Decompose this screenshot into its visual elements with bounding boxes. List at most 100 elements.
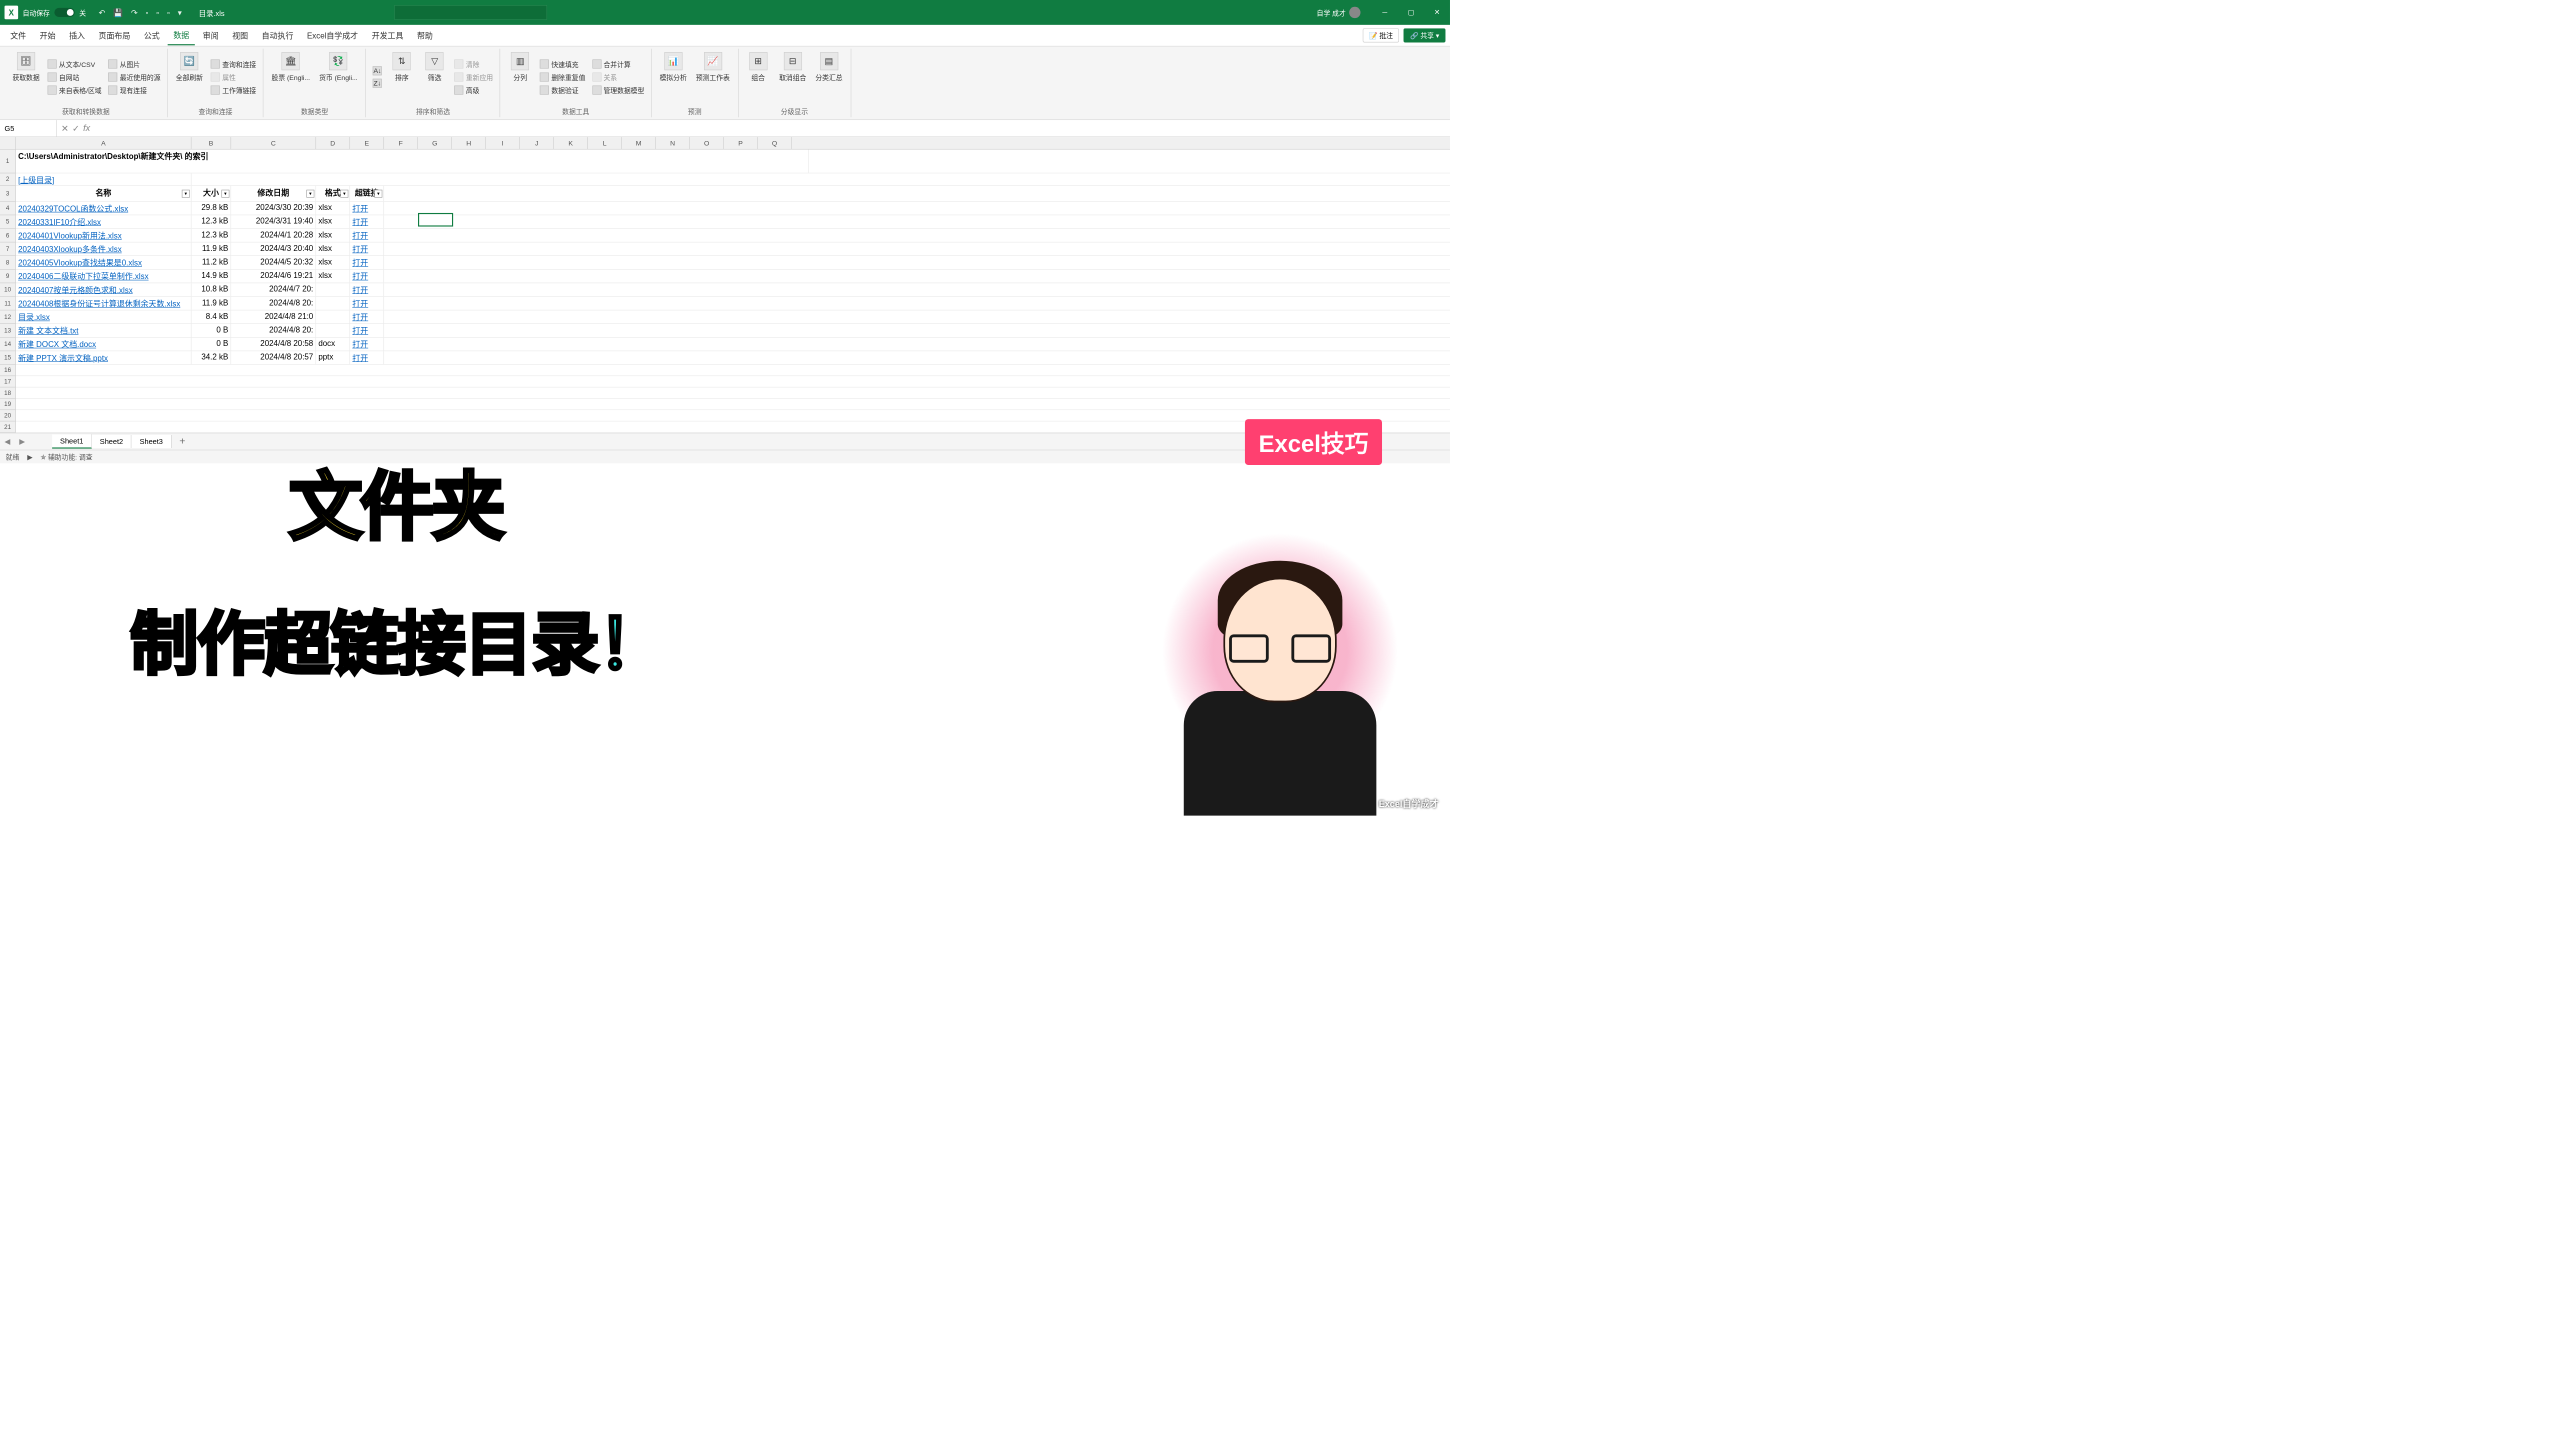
filter-dropdown-icon[interactable]: ▾ — [182, 189, 190, 197]
file-link[interactable]: 新建 PPTX 演示文稿.pptx — [16, 351, 192, 364]
sheet-tab[interactable]: Sheet2 — [92, 435, 132, 448]
cell[interactable]: 2024/4/8 21:0 — [231, 310, 316, 323]
open-link[interactable]: 打开 — [350, 283, 384, 296]
what-if-button[interactable]: 📊模拟分析 — [657, 50, 689, 104]
column-header[interactable]: E — [350, 137, 384, 149]
cell[interactable]: 2024/4/1 20:28 — [231, 229, 316, 242]
search-input[interactable] — [394, 5, 547, 20]
from-text-csv-button[interactable]: 从文本/CSV — [46, 58, 102, 70]
cells-area[interactable]: C:\Users\Administrator\Desktop\新建文件夹\ 的索… — [16, 150, 1450, 433]
remove-duplicates-button[interactable]: 删除重复值 — [539, 71, 587, 83]
sort-button[interactable]: ⇅排序 — [388, 50, 416, 104]
open-link[interactable]: 打开 — [350, 242, 384, 255]
name-box[interactable]: G5 — [0, 120, 57, 136]
reapply-button[interactable]: 重新应用 — [453, 71, 494, 83]
file-link[interactable]: 20240403Xlookup多条件.xlsx — [16, 242, 192, 255]
cell[interactable]: 8.4 kB — [191, 310, 231, 323]
relationships-button[interactable]: 关系 — [591, 71, 645, 83]
row-header[interactable]: 6 — [0, 229, 16, 243]
get-data-button[interactable]: 🗄获取数据 — [10, 50, 42, 104]
row-header[interactable]: 3 — [0, 186, 16, 202]
row-header[interactable]: 8 — [0, 256, 16, 270]
row-header[interactable]: 19 — [0, 399, 16, 410]
file-link[interactable]: 新建 DOCX 文档.docx — [16, 338, 192, 351]
file-link[interactable]: 20240408根据身份证号计算退休剩余天数.xlsx — [16, 297, 192, 310]
file-link[interactable]: 20240406二级联动下拉菜单制作.xlsx — [16, 270, 192, 283]
cell[interactable]: 0 B — [191, 338, 231, 351]
data-model-button[interactable]: 管理数据模型 — [591, 84, 645, 96]
save-icon[interactable]: 💾 — [113, 8, 123, 18]
minimize-button[interactable]: ─ — [1372, 0, 1398, 25]
column-header[interactable]: D — [316, 137, 350, 149]
open-link[interactable]: 打开 — [350, 202, 384, 215]
file-link[interactable]: 20240407按单元格颜色求和.xlsx — [16, 283, 192, 296]
cell[interactable]: 大小▾ — [191, 186, 231, 201]
tab-file[interactable]: 文件 — [5, 26, 32, 44]
column-header[interactable]: N — [656, 137, 690, 149]
column-header[interactable]: P — [724, 137, 758, 149]
cell[interactable]: 名称▾ — [16, 186, 192, 201]
row-header[interactable]: 15 — [0, 351, 16, 365]
tab-review[interactable]: 审阅 — [197, 26, 224, 44]
qat-icon[interactable]: ▫ — [146, 8, 149, 18]
data-validation-button[interactable]: 数据验证 — [539, 84, 587, 96]
cell[interactable]: 2024/3/30 20:39 — [231, 202, 316, 215]
row-header[interactable]: 9 — [0, 270, 16, 284]
cell[interactable] — [316, 283, 350, 296]
cell[interactable]: [上级目录] — [16, 173, 192, 185]
flash-fill-button[interactable]: 快速填充 — [539, 58, 587, 70]
fx-icon[interactable]: fx — [83, 123, 90, 133]
ungroup-button[interactable]: ⊟取消组合 — [777, 50, 809, 104]
file-link[interactable]: 20240401Vlookup新用法.xlsx — [16, 229, 192, 242]
tab-formulas[interactable]: 公式 — [138, 26, 165, 44]
qat-dropdown-icon[interactable]: ▾ — [178, 8, 182, 18]
text-to-columns-button[interactable]: ▥分列 — [506, 50, 534, 104]
cell[interactable]: xlsx — [316, 256, 350, 269]
row-header[interactable]: 11 — [0, 297, 16, 311]
file-link[interactable]: 20240405Vlookup查找结果是0.xlsx — [16, 256, 192, 269]
column-header[interactable]: A — [16, 137, 192, 149]
column-header[interactable]: C — [231, 137, 316, 149]
tab-automate[interactable]: 自动执行 — [256, 26, 299, 44]
row-header[interactable]: 12 — [0, 310, 16, 324]
column-header[interactable]: O — [690, 137, 724, 149]
tab-developer[interactable]: 开发工具 — [366, 26, 409, 44]
cell[interactable]: pptx — [316, 351, 350, 364]
undo-icon[interactable]: ↶ — [99, 8, 106, 18]
cell[interactable]: xlsx — [316, 229, 350, 242]
filter-dropdown-icon[interactable]: ▾ — [221, 189, 229, 197]
subtotal-button[interactable]: ▤分类汇总 — [813, 50, 845, 104]
cell[interactable]: C:\Users\Administrator\Desktop\新建文件夹\ 的索… — [16, 150, 809, 173]
cell[interactable]: 12.3 kB — [191, 229, 231, 242]
cell[interactable]: 2024/4/8 20: — [231, 297, 316, 310]
open-link[interactable]: 打开 — [350, 324, 384, 337]
column-header[interactable]: M — [622, 137, 656, 149]
cell[interactable]: docx — [316, 338, 350, 351]
row-header[interactable]: 7 — [0, 242, 16, 256]
advanced-button[interactable]: 高级 — [453, 84, 494, 96]
cell[interactable]: xlsx — [316, 242, 350, 255]
open-link[interactable]: 打开 — [350, 310, 384, 323]
open-link[interactable]: 打开 — [350, 229, 384, 242]
cell[interactable]: 10.8 kB — [191, 283, 231, 296]
sort-za-button[interactable]: Z↓ — [372, 78, 383, 89]
comments-button[interactable]: 📝 批注 — [1363, 28, 1399, 42]
tab-insert[interactable]: 插入 — [63, 26, 90, 44]
file-link[interactable]: 20240329TOCOL函数公式.xlsx — [16, 202, 192, 215]
cell[interactable] — [316, 297, 350, 310]
file-link[interactable]: 目录.xlsx — [16, 310, 192, 323]
refresh-all-button[interactable]: 🔄全部刷新 — [174, 50, 206, 104]
redo-icon[interactable]: ↷ — [131, 8, 138, 18]
toggle-icon[interactable] — [54, 8, 74, 17]
properties-button[interactable]: 属性 — [210, 71, 258, 83]
cell[interactable]: 12.3 kB — [191, 215, 231, 228]
currency-button[interactable]: 💱货币 (Engli... — [317, 50, 360, 104]
column-header[interactable]: J — [520, 137, 554, 149]
cell[interactable]: 34.2 kB — [191, 351, 231, 364]
consolidate-button[interactable]: 合并计算 — [591, 58, 645, 70]
filter-dropdown-icon[interactable]: ▾ — [340, 189, 348, 197]
open-link[interactable]: 打开 — [350, 351, 384, 364]
sheet-nav-next[interactable]: ▶ — [15, 437, 30, 446]
spreadsheet-grid[interactable]: ABCDEFGHIJKLMNOPQ 1234567891011121314151… — [0, 137, 1450, 433]
cell[interactable]: 2024/4/8 20:58 — [231, 338, 316, 351]
